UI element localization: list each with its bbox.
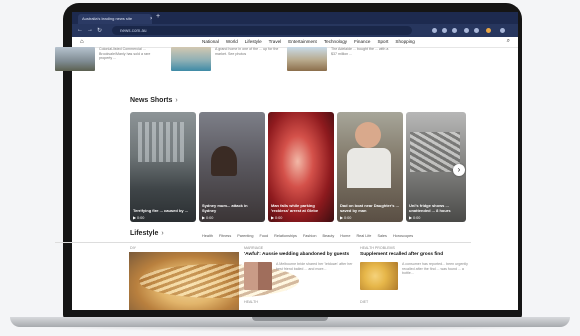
category-label: DIY — [130, 246, 136, 250]
extension-icon[interactable] — [452, 28, 457, 33]
short-caption: Dad on boat near Daughter's ... saved by… — [340, 203, 399, 213]
tag-link[interactable]: Parenting — [237, 234, 253, 238]
short-caption: Man falls while parking 'reckless' arres… — [271, 203, 319, 213]
url-bar: ← → ↻ news.com.au — [72, 24, 518, 37]
top-story-card[interactable]: The Adelaide ... bought the ... with a $… — [287, 47, 395, 73]
short-video-card[interactable]: Sydney mum... attack in Sydney ▶ 0:00 — [199, 112, 265, 222]
play-duration: ▶ 0:00 — [133, 216, 145, 220]
divider — [55, 242, 471, 243]
category-label: HEALTH — [244, 300, 258, 304]
new-tab-button[interactable]: + — [156, 13, 160, 20]
tab-title: Australia's leading news site — [82, 16, 133, 21]
story-snippet: The Adelaide ... bought the ... with a $… — [331, 47, 389, 56]
short-video-card[interactable]: Man falls while parking 'reckless' arres… — [268, 112, 334, 222]
tag-link[interactable]: Health — [202, 234, 213, 238]
home-icon[interactable]: ⌂ — [80, 39, 84, 45]
news-shorts-title[interactable]: News Shorts › — [130, 97, 178, 104]
extension-icon[interactable] — [474, 28, 479, 33]
short-caption: Sydney mum... attack in Sydney — [202, 203, 248, 213]
nav-link[interactable]: Sport — [377, 39, 388, 44]
browser-tab[interactable]: Australia's leading news site × — [78, 14, 152, 24]
tag-link[interactable]: Food — [260, 234, 269, 238]
tag-link[interactable]: Beauty — [322, 234, 334, 238]
tag-link[interactable]: Fitness — [219, 234, 231, 238]
category-label: HEALTH PROBLEMS — [360, 246, 395, 250]
story-thumbnail — [55, 47, 95, 71]
section-links: National World Lifestyle Travel Entertai… — [202, 39, 415, 44]
reload-icon[interactable]: ↻ — [97, 27, 102, 34]
story-summary: A Melbourne bride shared her 'letdown' a… — [276, 262, 353, 271]
lifestyle-tags: Health Fitness Parenting Food Relationsh… — [202, 234, 474, 238]
menu-icon[interactable] — [500, 28, 505, 33]
short-caption: Terrifying fire ... caused by ... — [133, 208, 189, 213]
top-stories: Colonial-listed Commercial ... Brookvale… — [55, 47, 391, 77]
story-headline[interactable]: 'Awful': Aussie wedding abandoned by gue… — [244, 252, 356, 258]
short-video-card[interactable]: Dad on boat near Daughter's ... saved by… — [337, 112, 403, 222]
story-snippet: Colonial-listed Commercial ... Brookvale… — [99, 47, 151, 61]
short-caption: Uni's fridge shows ... unattended ... 8 … — [409, 203, 451, 213]
tag-link[interactable]: Sales — [377, 234, 387, 238]
tag-link[interactable]: Relationships — [274, 234, 297, 238]
tag-link[interactable]: Real Life — [356, 234, 371, 238]
extension-icon[interactable] — [442, 28, 447, 33]
play-duration: ▶ 0:00 — [340, 216, 352, 220]
back-arrow-icon[interactable]: ← — [77, 27, 83, 33]
nav-link[interactable]: World — [226, 39, 238, 44]
nav-link[interactable]: Entertainment — [288, 39, 317, 44]
section-heading: Lifestyle — [130, 230, 159, 237]
nav-link[interactable]: Shopping — [395, 39, 414, 44]
category-label: DIET — [360, 300, 369, 304]
story-thumbnail[interactable] — [360, 262, 398, 290]
extension-icon[interactable] — [432, 28, 437, 33]
chevron-right-icon: › — [161, 230, 164, 237]
nav-link[interactable]: Technology — [324, 39, 347, 44]
nav-link[interactable]: National — [202, 39, 219, 44]
tag-link[interactable]: Home — [340, 234, 350, 238]
story-thumbnail — [171, 47, 211, 71]
address-input[interactable]: news.com.au — [112, 26, 412, 35]
short-video-card[interactable]: Terrifying fire ... caused by ... ▶ 0:00 — [130, 112, 196, 222]
play-duration: ▶ 0:00 — [271, 216, 283, 220]
tag-link[interactable]: Fashion — [303, 234, 317, 238]
extension-icon[interactable] — [464, 28, 469, 33]
play-duration: ▶ 0:00 — [409, 216, 421, 220]
nav-link[interactable]: Lifestyle — [245, 39, 262, 44]
story-thumbnail — [287, 47, 327, 71]
lifestyle-feature-image[interactable] — [129, 252, 299, 310]
category-label: MARRIAGE — [244, 246, 264, 250]
forward-arrow-icon[interactable]: → — [87, 27, 93, 33]
nav-link[interactable]: Travel — [269, 39, 282, 44]
laptop-notch — [252, 317, 328, 321]
chevron-right-icon[interactable]: › — [453, 164, 465, 176]
play-duration: ▶ 0:00 — [202, 216, 214, 220]
tag-link[interactable]: Horoscopes — [393, 234, 413, 238]
search-icon[interactable]: ⌕ — [507, 38, 510, 45]
profile-avatar[interactable] — [486, 28, 491, 33]
chevron-right-icon: › — [175, 97, 178, 104]
lifestyle-title[interactable]: Lifestyle › — [130, 230, 164, 237]
story-summary: A consumer has reported... been urgently… — [402, 262, 468, 276]
tab-bar: Australia's leading news site × + — [72, 12, 518, 24]
top-story-card[interactable]: A grand home in one of the ... up for th… — [171, 47, 279, 73]
story-snippet: A grand home in one of the ... up for th… — [215, 47, 279, 56]
news-shorts-carousel: Terrifying fire ... caused by ... ▶ 0:00… — [55, 112, 466, 224]
top-story-card[interactable]: Colonial-listed Commercial ... Brookvale… — [55, 47, 163, 73]
nav-link[interactable]: Finance — [354, 39, 370, 44]
story-headline[interactable]: Supplement recalled after gross find — [360, 252, 472, 258]
close-icon[interactable]: × — [150, 14, 152, 24]
story-thumbnail[interactable] — [244, 262, 272, 290]
section-heading: News Shorts — [130, 97, 173, 104]
